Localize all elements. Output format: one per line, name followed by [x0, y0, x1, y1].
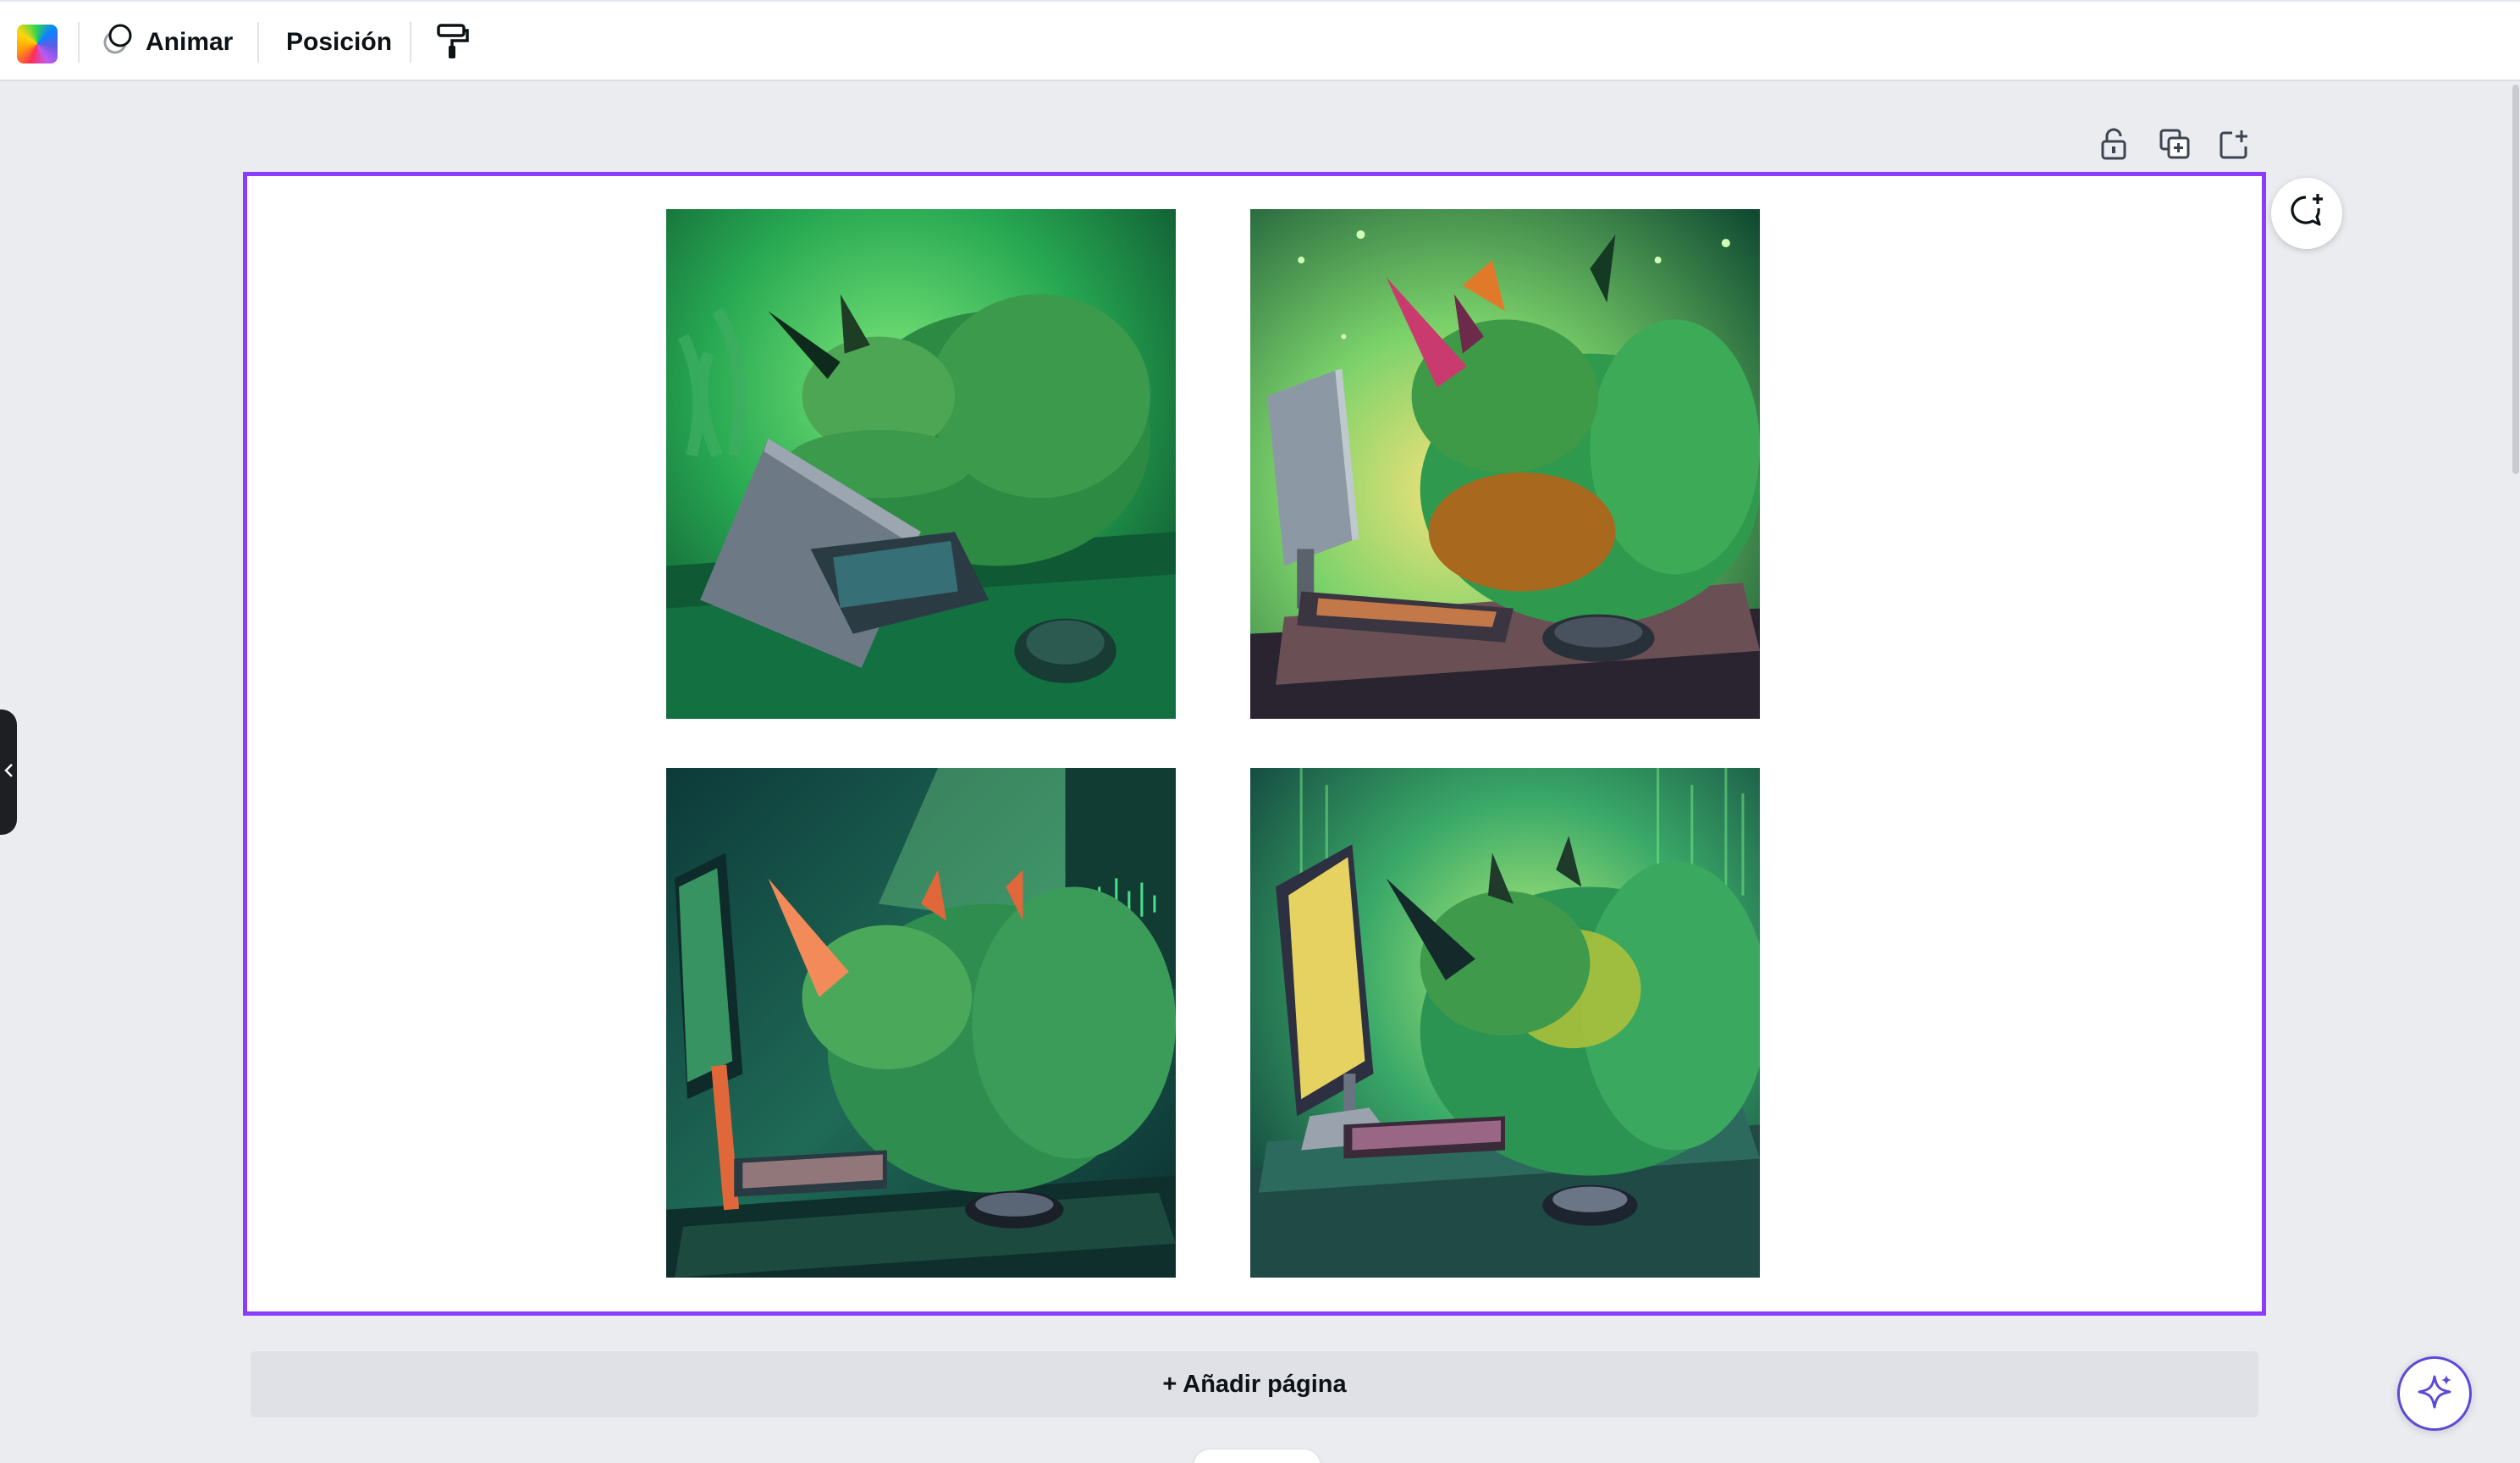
add-comment-icon [2287, 192, 2326, 235]
toolbar-divider [257, 22, 259, 63]
rhino-monitor-yellow-image[interactable] [1250, 768, 1760, 1278]
position-button[interactable]: Posición [286, 19, 392, 66]
rhino-computer-dark-image[interactable] [666, 768, 1176, 1278]
lock-icon [2099, 128, 2128, 164]
add-page-top-button[interactable] [2216, 127, 2253, 164]
duplicate-page-button[interactable] [2156, 127, 2193, 164]
animate-label: Animar [146, 28, 234, 56]
collapse-panel-handle[interactable] [0, 709, 17, 835]
add-comment-button[interactable] [2271, 178, 2342, 249]
position-label: Posición [286, 28, 393, 56]
top-toolbar: Animar Posición [0, 0, 2520, 81]
toolbar-divider [410, 22, 411, 63]
add-page-icon [2219, 128, 2251, 164]
toolbar-divider [78, 22, 80, 63]
paint-roller-icon [435, 22, 469, 65]
page-scroll-handle[interactable] [1194, 1449, 1321, 1463]
add-page-label: + Añadir página [1162, 1370, 1347, 1398]
duplicate-page-icon [2159, 128, 2191, 164]
add-page-button[interactable]: + Añadir página [251, 1351, 2258, 1417]
rhino-laptop-image[interactable] [666, 209, 1176, 719]
color-palette-icon[interactable] [17, 25, 58, 63]
magic-assistant-button[interactable] [2397, 1356, 2472, 1431]
rhino-monitor-orange-image[interactable] [1250, 209, 1760, 719]
animate-icon [100, 22, 134, 63]
design-page[interactable] [243, 172, 2266, 1316]
vertical-scrollbar[interactable] [2512, 85, 2519, 474]
chevron-left-icon [3, 762, 14, 783]
lock-page-button[interactable] [2095, 127, 2132, 164]
magic-sparkle-icon [2414, 1372, 2455, 1416]
animate-button[interactable]: Animar [100, 19, 233, 66]
copy-style-button[interactable] [433, 22, 471, 64]
